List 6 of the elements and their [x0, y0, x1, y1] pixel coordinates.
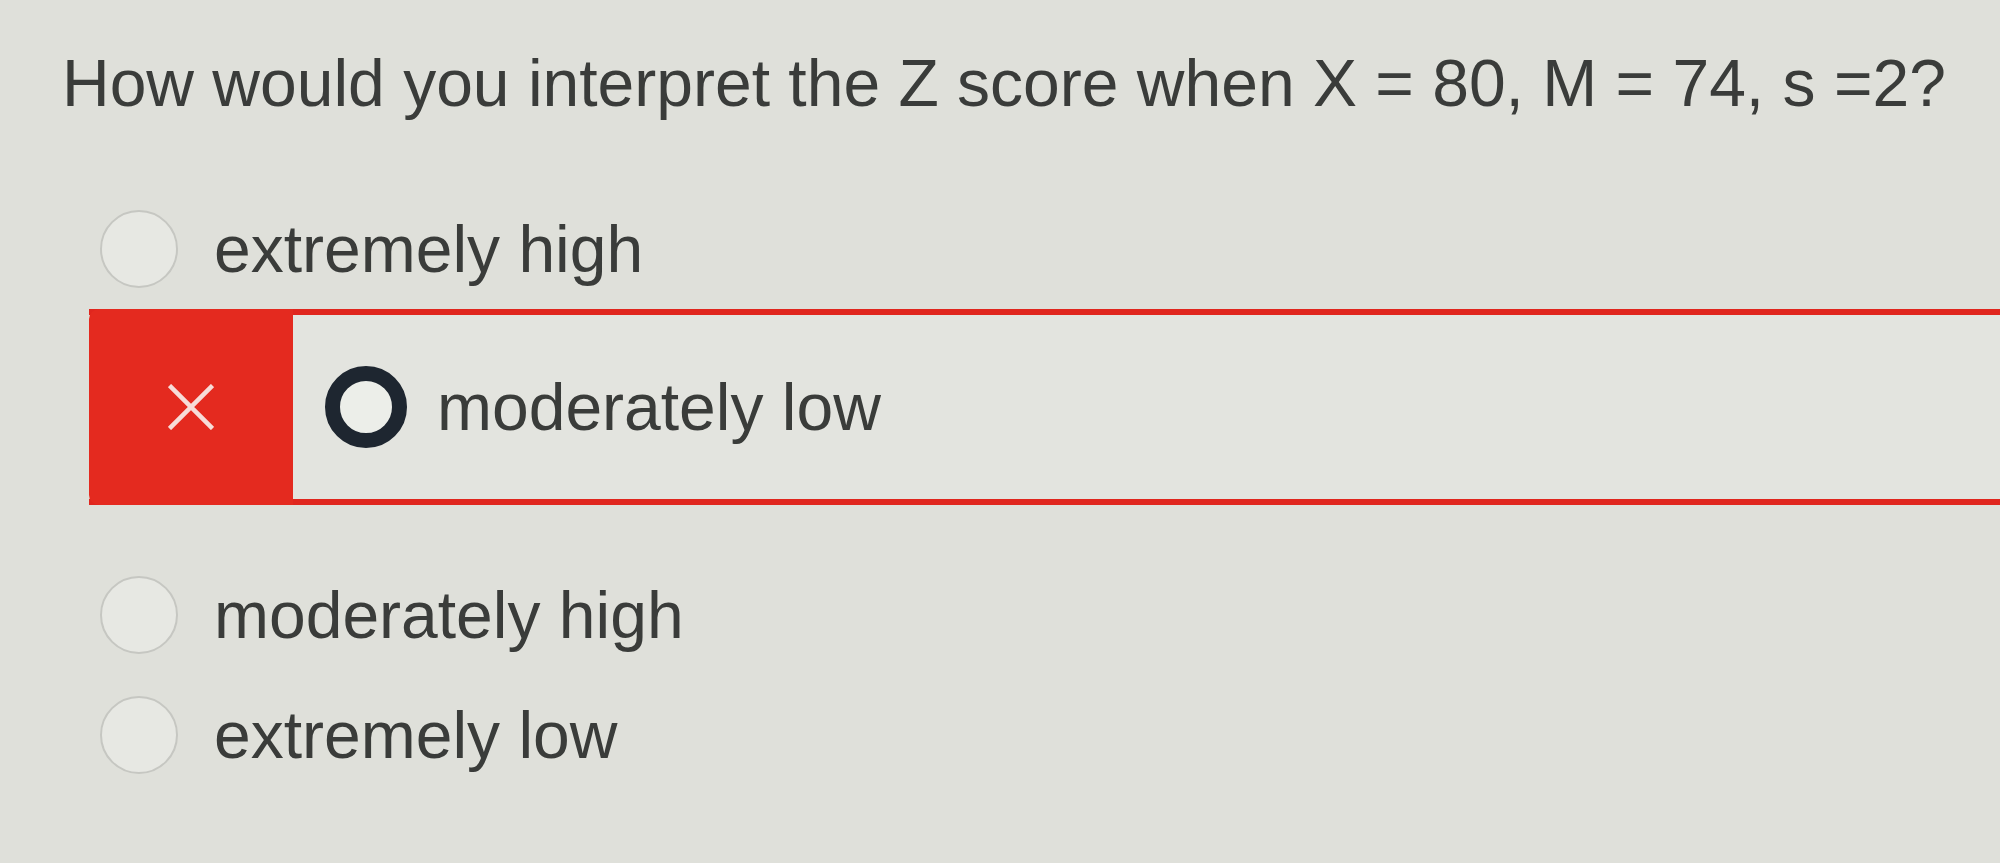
option-label: extremely high: [214, 210, 644, 288]
option-label: extremely low: [214, 696, 618, 774]
option-label: moderately low: [437, 368, 881, 446]
cross-icon: [168, 384, 214, 431]
option-label: moderately high: [214, 576, 684, 654]
question-text: How would you interpret the Z score when X = 80, M = 74, s =2?: [62, 45, 1946, 122]
